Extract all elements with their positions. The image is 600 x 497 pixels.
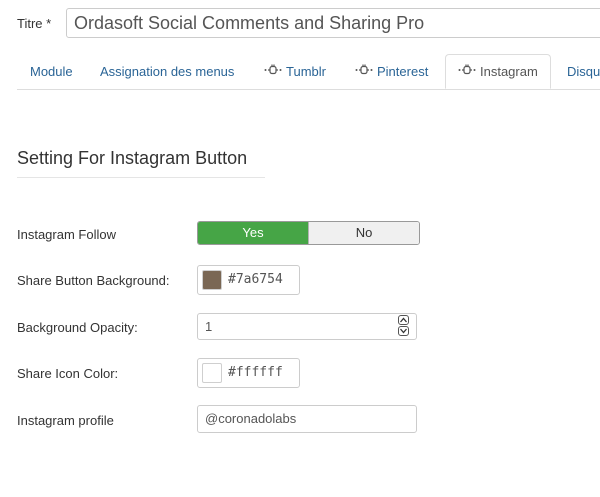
instagram-follow-toggle: Yes No bbox=[197, 221, 420, 245]
tab-bar: Module Assignation des menus Tumblr Pint… bbox=[17, 54, 600, 90]
follow-no-option[interactable]: No bbox=[308, 222, 419, 244]
opacity-value: 1 bbox=[205, 319, 213, 334]
tab-label: Assignation des menus bbox=[100, 64, 235, 79]
title-input[interactable]: Ordasoft Social Comments and Sharing Pro bbox=[66, 8, 600, 38]
share-button-background-picker[interactable]: #7a6754 bbox=[197, 265, 300, 295]
tab-instagram[interactable]: Instagram bbox=[445, 54, 551, 89]
tab-pinterest[interactable]: Pinterest bbox=[355, 54, 428, 89]
decrement-icon[interactable] bbox=[398, 326, 409, 336]
tab-label: Tumblr bbox=[286, 64, 326, 79]
tab-label: Module bbox=[30, 64, 73, 79]
background-opacity-input[interactable]: 1 bbox=[197, 313, 417, 340]
plug-icon bbox=[355, 54, 373, 90]
color-value: #ffffff bbox=[228, 365, 283, 380]
share-icon-color-label: Share Icon Color: bbox=[17, 366, 119, 381]
background-opacity-label: Background Opacity: bbox=[17, 320, 138, 335]
share-icon-color-picker[interactable]: #ffffff bbox=[197, 358, 300, 388]
instagram-profile-input[interactable]: @coronadolabs bbox=[197, 405, 417, 433]
tab-tumblr[interactable]: Tumblr bbox=[264, 54, 326, 89]
tab-label: Pinterest bbox=[377, 64, 429, 79]
section-title: Setting For Instagram Button bbox=[17, 148, 265, 178]
number-spinner bbox=[398, 315, 411, 338]
tab-label: Disqu bbox=[567, 64, 600, 79]
follow-yes-option[interactable]: Yes bbox=[198, 222, 308, 244]
share-button-background-label: Share Button Background: bbox=[17, 273, 170, 288]
tab-disqus[interactable]: Disqu bbox=[567, 54, 600, 89]
plug-icon bbox=[264, 54, 282, 90]
color-swatch[interactable] bbox=[202, 363, 222, 383]
color-swatch[interactable] bbox=[202, 270, 222, 290]
title-label: Titre * bbox=[17, 16, 52, 31]
tab-module[interactable]: Module bbox=[30, 54, 73, 89]
tab-menu-assignment[interactable]: Assignation des menus bbox=[100, 54, 234, 89]
plug-icon bbox=[458, 55, 476, 89]
instagram-profile-label: Instagram profile bbox=[17, 413, 114, 428]
increment-icon[interactable] bbox=[398, 315, 409, 325]
tab-label: Instagram bbox=[480, 64, 538, 79]
instagram-follow-label: Instagram Follow bbox=[17, 227, 116, 242]
color-value: #7a6754 bbox=[228, 272, 283, 287]
